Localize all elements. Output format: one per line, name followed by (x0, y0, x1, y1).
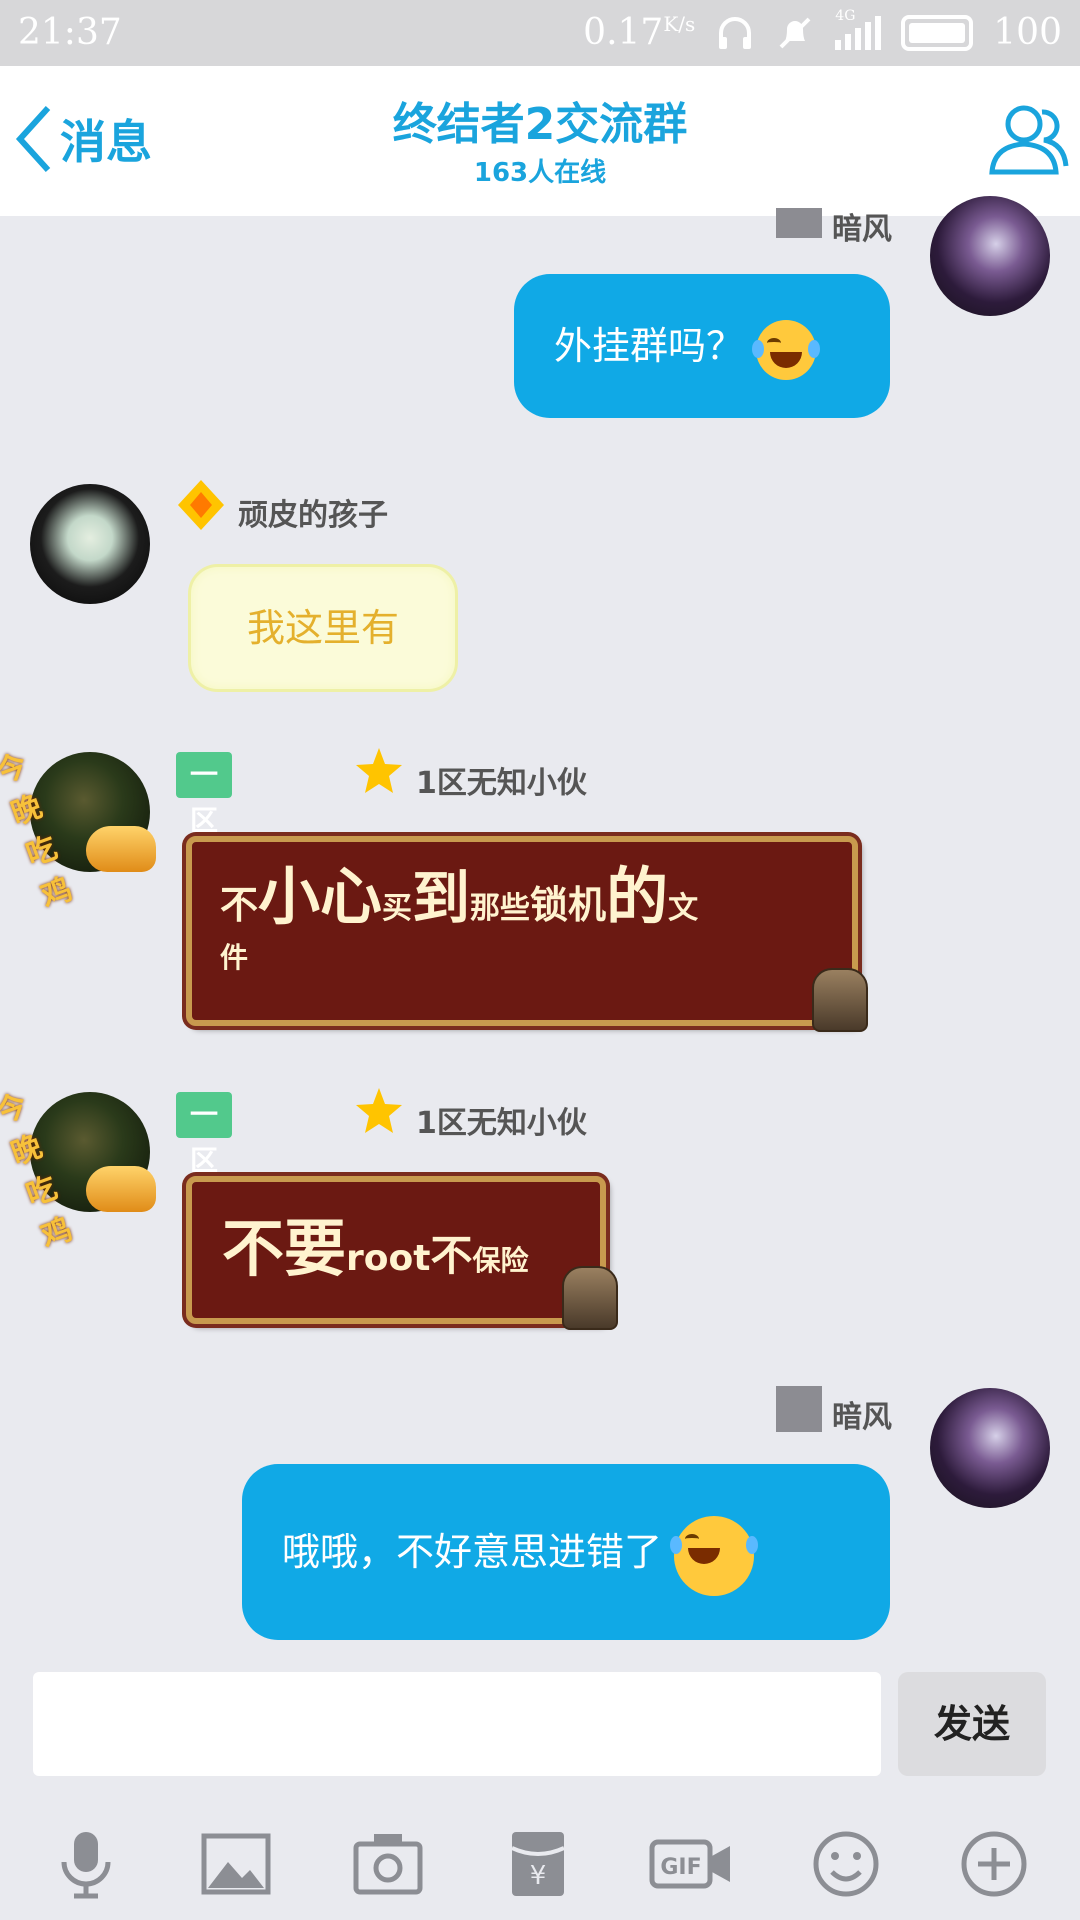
status-time: 21:37 (18, 12, 122, 53)
battery-level: 100 (993, 12, 1062, 53)
sender-name[interactable]: 暗风 (832, 1392, 892, 1436)
status-icons: 0.17K/s 4G 100 (583, 8, 1062, 54)
level-diamond-icon (178, 480, 224, 530)
chat-header: 消息 终结者2交流群 163人在线 (0, 66, 1080, 216)
sender-name[interactable]: 顽皮的孩子 (238, 490, 388, 534)
emoji-icon[interactable] (808, 1826, 884, 1902)
sender-name[interactable]: 1区无知小伙 (416, 758, 587, 802)
tears-of-joy-emoji-icon (752, 319, 821, 380)
chat-bubble[interactable]: 哦哦，不好意思进错了 (242, 1464, 890, 1640)
message-text: 外挂群吗？ (554, 324, 745, 368)
camera-icon[interactable] (350, 1826, 426, 1902)
chat-bubble[interactable]: 不要root不保险 (186, 1176, 606, 1324)
knight-bubble-decoration-icon (562, 1266, 618, 1330)
group-title: 终结者2交流群 (392, 99, 688, 150)
svg-text:¥: ¥ (530, 1861, 547, 1891)
avatar[interactable] (930, 196, 1050, 316)
sender-title-icon (776, 1386, 822, 1432)
tears-of-joy-emoji-icon (670, 1515, 759, 1596)
network-speed: 0.17K/s (583, 12, 696, 53)
svg-text:GIF: GIF (660, 1855, 701, 1880)
chicken-drumstick-icon (86, 826, 156, 872)
message-text: 我这里有 (246, 606, 399, 650)
network-type: 4G (835, 7, 856, 24)
member-tag: 一区政委 (176, 752, 233, 929)
status-bar: 21:37 0.17K/s 4G 100 (0, 0, 1080, 66)
level-star-icon (356, 1088, 402, 1133)
mute-bell-icon (779, 17, 811, 48)
gif-icon[interactable]: GIF (648, 1826, 734, 1902)
knight-bubble-decoration-icon (812, 968, 868, 1032)
chat-bubble[interactable]: 不小心买到那些锁机的文件 (186, 836, 858, 1026)
online-count: 163人在线 (473, 158, 607, 188)
sender-name[interactable]: 1区无知小伙 (416, 1098, 587, 1142)
mic-icon[interactable] (48, 1826, 124, 1902)
chat-bubble[interactable]: 我这里有 (188, 564, 458, 692)
sender-name[interactable]: 暗风 (832, 204, 892, 248)
red-packet-icon[interactable]: ¥ (500, 1826, 576, 1902)
chat-bubble[interactable]: 外挂群吗？ (514, 274, 890, 418)
member-tag: 一区政委 (176, 1092, 233, 1269)
speed-unit: K/s (663, 12, 696, 36)
message-text: 不要root不保险 (222, 1212, 529, 1285)
send-button[interactable]: 发送 (898, 1672, 1046, 1776)
chat-toolbar: ¥ GIF (0, 1800, 1080, 1920)
battery-icon (901, 14, 974, 51)
avatar[interactable] (930, 1388, 1050, 1508)
chicken-drumstick-icon (86, 1166, 156, 1212)
message-input[interactable] (33, 1672, 881, 1776)
plus-icon[interactable] (956, 1826, 1032, 1902)
message-text: 哦哦，不好意思进错了 (282, 1530, 663, 1574)
message-text: 不小心买到那些锁机的文件 (220, 860, 699, 975)
group-members-icon[interactable] (984, 98, 1070, 184)
sender-title-icon (776, 208, 822, 238)
level-star-icon (356, 748, 402, 793)
avatar[interactable] (30, 484, 150, 604)
image-icon[interactable] (198, 1826, 274, 1902)
signal-icon: 4G (835, 8, 882, 50)
headset-icon (719, 16, 752, 49)
